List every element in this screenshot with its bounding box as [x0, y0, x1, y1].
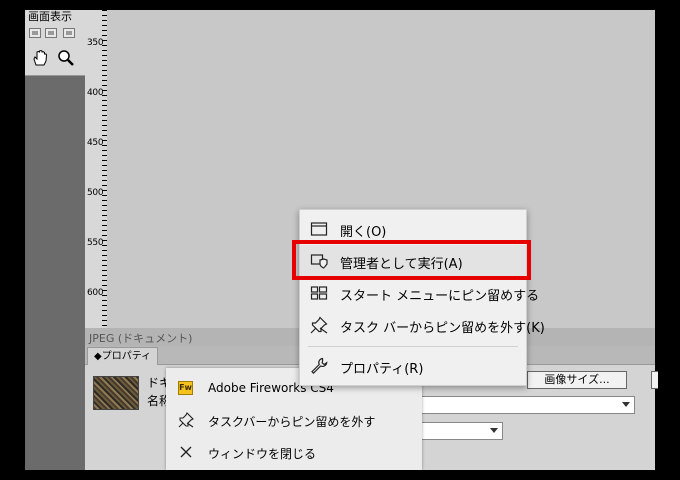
menu-item-label: タスク バーからピン留めを外す(K): [340, 321, 545, 336]
unpin-icon: [310, 316, 328, 334]
menu-item-label: プロパティ(R): [340, 362, 424, 377]
start-menu-pin-icon: [310, 284, 328, 302]
context-menu: 開く(O) 管理者として実行(A) スタート メニューにピン留めする タスク バ…: [299, 209, 545, 386]
ruler-label: 550: [87, 238, 104, 248]
close-icon: [178, 444, 194, 460]
menu-item-unpin-taskbar[interactable]: タスク バーからピン留めを外す(K): [300, 309, 545, 340]
menu-item-pin-start[interactable]: スタート メニューにピン留めする: [300, 277, 539, 308]
full-screen-icon[interactable]: [63, 28, 75, 38]
document-thumbnail: [93, 376, 139, 410]
ruler-label: 350: [87, 38, 104, 48]
full-screen-menu-icon[interactable]: [45, 28, 57, 38]
jump-item-label: タスクバーからピン留めを外す: [208, 415, 376, 429]
standard-mode-icon[interactable]: [29, 28, 41, 38]
window-open-icon: [310, 220, 328, 238]
menu-item-open[interactable]: 開く(O): [300, 213, 526, 244]
menu-item-label: 管理者として実行(A): [340, 257, 463, 272]
image-size-button[interactable]: 画像サイズ...: [527, 371, 627, 389]
view-mode-section: 画面表示: [25, 10, 85, 76]
wrench-icon: [310, 357, 328, 375]
side-button[interactable]: [651, 371, 658, 389]
view-mode-title: 画面表示: [28, 10, 72, 23]
jump-item-label: ウィンドウを閉じる: [208, 447, 317, 461]
fireworks-app-icon: Fw: [178, 381, 193, 395]
ruler-label: 600: [87, 288, 104, 298]
option-dropdown[interactable]: [419, 422, 503, 440]
ruler-label: 400: [87, 88, 104, 98]
vertical-ruler: 350 400 450 500 550 600: [85, 10, 107, 328]
shield-admin-icon: [310, 252, 328, 270]
name-dropdown[interactable]: [415, 396, 635, 414]
chevron-down-icon: [490, 428, 498, 433]
zoom-icon[interactable]: [56, 48, 76, 68]
chevron-down-icon: [622, 402, 630, 407]
ruler-label: 450: [87, 138, 104, 148]
unpin-icon: [178, 412, 194, 428]
menu-separator: [308, 346, 518, 347]
menu-item-label: 開く(O): [340, 225, 387, 240]
menu-item-run-as-admin[interactable]: 管理者として実行(A): [300, 245, 526, 276]
tab-properties[interactable]: ◆プロパティ: [87, 347, 159, 365]
hand-icon[interactable]: [30, 48, 50, 68]
tools-panel: 画面表示: [25, 10, 85, 470]
jump-item-unpin[interactable]: タスクバーからピン留めを外す: [166, 404, 422, 436]
menu-item-properties[interactable]: プロパティ(R): [300, 350, 526, 381]
document-title: JPEG (ドキュメント): [89, 332, 193, 345]
ruler-label: 500: [87, 188, 104, 198]
jump-item-close-window[interactable]: ウィンドウを閉じる: [166, 436, 422, 468]
menu-item-label: スタート メニューにピン留めする: [340, 289, 540, 304]
